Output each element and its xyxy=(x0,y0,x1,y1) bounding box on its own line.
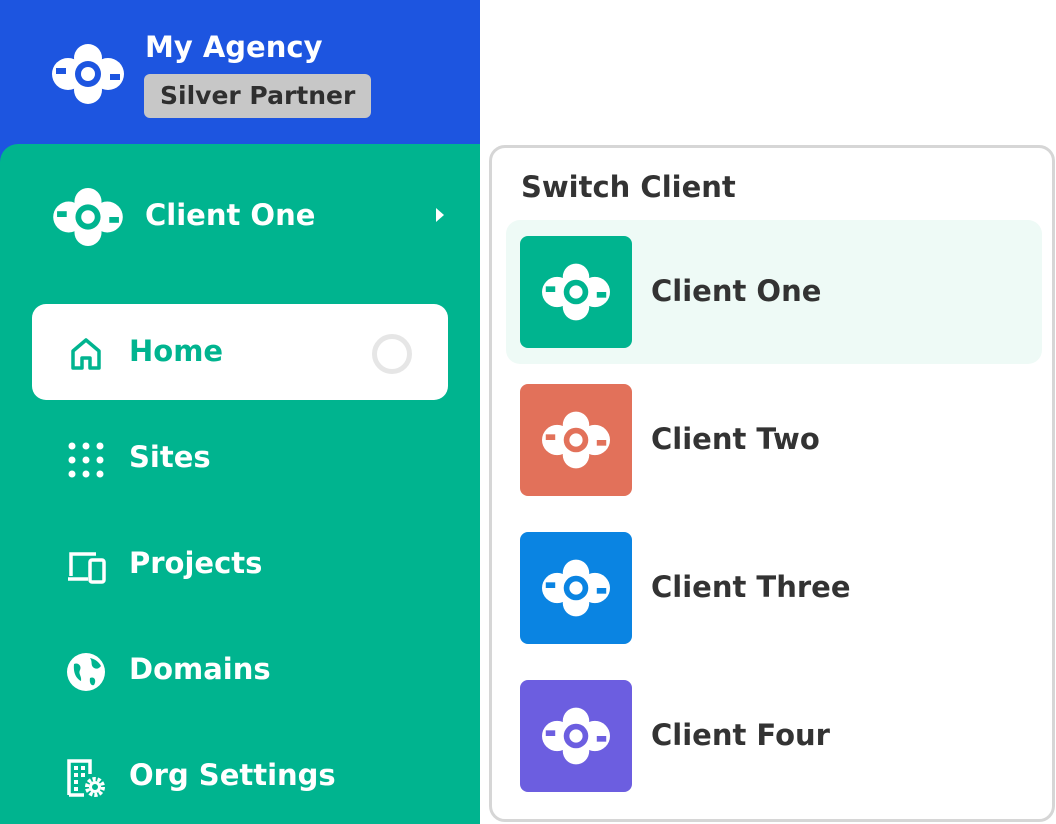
client-option-label: Client One xyxy=(651,274,822,308)
cloud-ring-logo-icon xyxy=(542,411,610,469)
cloud-ring-logo-icon xyxy=(542,263,610,321)
popover-title: Switch Client xyxy=(521,170,736,204)
client-tile xyxy=(520,384,632,496)
nav-item-domains[interactable]: Domains xyxy=(32,622,448,718)
nav-label-org-settings: Org Settings xyxy=(129,758,336,792)
nav-label-sites: Sites xyxy=(129,440,211,474)
building-gear-icon xyxy=(67,759,105,797)
agency-name: My Agency xyxy=(145,30,323,64)
nav-item-home[interactable]: Home xyxy=(32,304,448,400)
chevron-right-icon xyxy=(436,208,444,222)
loading-spinner-icon xyxy=(372,334,412,374)
home-icon xyxy=(71,338,101,370)
client-option-label: Client Two xyxy=(651,422,820,456)
client-tile xyxy=(520,532,632,644)
app-root: My Agency Silver Partner Client One Home… xyxy=(0,0,1056,824)
cloud-ring-logo-icon xyxy=(542,559,610,617)
client-option-four[interactable]: Client Four xyxy=(506,664,1042,808)
nav-item-sites[interactable]: Sites xyxy=(32,410,448,506)
partner-badge: Silver Partner xyxy=(144,74,372,118)
current-client-name: Client One xyxy=(145,198,316,232)
client-tile xyxy=(520,680,632,792)
client-logo-icon xyxy=(53,188,123,246)
client-option-one[interactable]: Client One xyxy=(506,220,1042,364)
client-switcher-button[interactable]: Client One xyxy=(0,144,480,290)
client-option-two[interactable]: Client Two xyxy=(506,368,1042,512)
client-option-label: Client Three xyxy=(651,570,851,604)
client-option-three[interactable]: Client Three xyxy=(506,516,1042,660)
nav-item-projects[interactable]: Projects xyxy=(32,516,448,612)
nav-label-projects: Projects xyxy=(129,546,263,580)
nav-label-home: Home xyxy=(129,334,224,368)
agency-logo-icon xyxy=(52,44,124,104)
sidebar: Client One Home Sites Projects Domains O… xyxy=(0,144,480,824)
switch-client-popover: Switch Client Client One Client Two Clie… xyxy=(489,145,1055,822)
client-tile xyxy=(520,236,632,348)
devices-icon xyxy=(68,552,106,584)
nav-item-org-settings[interactable]: Org Settings xyxy=(32,728,448,824)
grid-dots-icon xyxy=(68,442,104,478)
nav-label-domains: Domains xyxy=(129,652,271,686)
client-option-label: Client Four xyxy=(651,718,830,752)
globe-icon xyxy=(67,653,105,691)
cloud-ring-logo-icon xyxy=(542,707,610,765)
